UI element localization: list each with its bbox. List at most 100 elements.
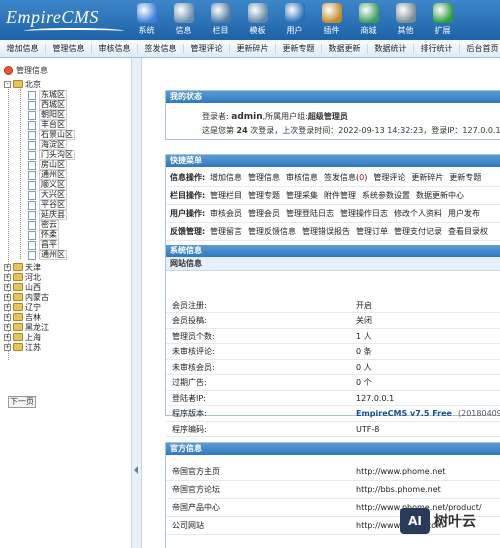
- tree-node-province[interactable]: + 黑龙江: [4, 322, 49, 332]
- quick-link[interactable]: 数据更新中心: [416, 190, 464, 201]
- quick-link[interactable]: 更新专题: [449, 172, 481, 183]
- quick-link[interactable]: 审核信息: [286, 172, 318, 183]
- menubar-item[interactable]: 管理评论: [184, 43, 230, 54]
- sysinfo-value: 0 个: [356, 378, 372, 387]
- quick-link[interactable]: 管理会员: [248, 208, 280, 219]
- sysinfo-key: 会员投稿:: [172, 316, 207, 325]
- tree-leaf[interactable]: 门头沟区: [28, 150, 75, 160]
- expand-icon[interactable]: +: [4, 293, 11, 301]
- quick-link[interactable]: 更新碎片: [411, 172, 443, 183]
- tree-leaf[interactable]: 顺义区: [28, 180, 67, 190]
- page-icon: [28, 140, 36, 150]
- menubar-item[interactable]: 排行统计: [414, 43, 460, 54]
- tree-leaf[interactable]: 怀柔: [28, 230, 59, 240]
- tree-node-province[interactable]: + 天津: [4, 262, 41, 272]
- quick-link[interactable]: 用户发布: [448, 208, 480, 219]
- tree-leaf[interactable]: 平谷区: [28, 200, 67, 210]
- folder-open-icon: [13, 80, 23, 88]
- quick-link[interactable]: 审核会员: [210, 208, 242, 219]
- next-page-button[interactable]: 下一页: [8, 396, 36, 408]
- menubar-item[interactable]: 后台首页: [460, 44, 500, 54]
- nav-plus-circle[interactable]: 扩展: [424, 0, 461, 40]
- tree-node-province[interactable]: + 山西: [4, 282, 41, 292]
- site-info-subtitle: 网站信息: [166, 257, 500, 271]
- sidebar-splitter[interactable]: [132, 58, 142, 548]
- tree-leaf[interactable]: 密云: [28, 220, 59, 230]
- tree-node-province[interactable]: + 吉林: [4, 312, 41, 322]
- nav-monitor[interactable]: 模板: [239, 0, 276, 40]
- quick-link[interactable]: 查看目录权: [448, 226, 488, 237]
- menubar-item[interactable]: 审核信息: [92, 43, 138, 54]
- menubar-item[interactable]: 签发信息: [138, 43, 184, 54]
- folder-icon: [13, 333, 23, 341]
- quick-link[interactable]: 管理登陆日志: [286, 208, 334, 219]
- nav-user[interactable]: 用户: [276, 0, 313, 40]
- tree-leaf[interactable]: 昌平: [28, 240, 59, 250]
- quick-link[interactable]: 管理订单: [356, 226, 388, 237]
- menubar-item[interactable]: 更新专题: [276, 43, 322, 54]
- quick-link[interactable]: 增加信息: [210, 172, 242, 183]
- menubar-item[interactable]: 增加信息: [0, 43, 46, 54]
- tree-leaf[interactable]: 西城区: [28, 100, 67, 110]
- tree-leaf[interactable]: 丰台区: [28, 120, 67, 130]
- tree-node-province[interactable]: + 上海: [4, 332, 41, 342]
- tree-leaf[interactable]: 延庆县: [28, 210, 67, 220]
- expand-icon[interactable]: +: [4, 303, 11, 311]
- quick-link[interactable]: 附件管理: [324, 190, 356, 201]
- quick-link[interactable]: 管理信息: [248, 172, 280, 183]
- menubar-item[interactable]: 数据统计: [368, 43, 414, 54]
- tree-node-province[interactable]: + 江苏: [4, 342, 41, 352]
- expand-icon[interactable]: +: [4, 323, 11, 331]
- quick-link[interactable]: 管理采集: [286, 190, 318, 201]
- sysinfo-value: 关闭: [356, 316, 372, 325]
- nav-document-pen[interactable]: 信息: [165, 0, 202, 40]
- expand-icon[interactable]: +: [4, 313, 11, 321]
- nav-gear[interactable]: 其他: [387, 0, 424, 40]
- tree-leaf[interactable]: 朝阳区: [28, 110, 67, 120]
- tree-root[interactable]: 管理信息: [4, 65, 48, 76]
- quick-link[interactable]: 修改个人资料: [394, 208, 442, 219]
- menubar-item[interactable]: 管理信息: [46, 43, 92, 54]
- tree-leaf[interactable]: 海淀区: [28, 140, 67, 150]
- expand-icon[interactable]: +: [4, 333, 11, 341]
- expand-icon[interactable]: +: [4, 273, 11, 281]
- menubar-item[interactable]: 更新碎片: [230, 43, 276, 54]
- quick-link[interactable]: 管理评论: [373, 172, 405, 183]
- collapse-icon[interactable]: -: [4, 80, 11, 88]
- nav-card[interactable]: 商城: [350, 0, 387, 40]
- tree-leaf[interactable]: 通州区: [28, 250, 67, 260]
- quick-link[interactable]: 管理操作日志: [340, 208, 388, 219]
- tree-leaf[interactable]: 大兴区: [28, 190, 67, 200]
- expand-icon[interactable]: +: [4, 283, 11, 291]
- tree-node-province[interactable]: + 辽宁: [4, 302, 41, 312]
- menubar-item[interactable]: 数据更新: [322, 43, 368, 54]
- collapse-arrow-icon[interactable]: [134, 466, 138, 474]
- tree-leaf[interactable]: 房山区: [28, 160, 67, 170]
- quick-link[interactable]: 管理留言: [210, 226, 242, 237]
- tree-leaf[interactable]: 石景山区: [28, 130, 75, 140]
- quick-link[interactable]: 系统参数设置: [362, 190, 410, 201]
- tree-leaf[interactable]: 通州区: [28, 170, 67, 180]
- quick-link[interactable]: 签发信息(0): [324, 172, 367, 183]
- status-login-count: 24: [236, 126, 248, 135]
- expand-icon[interactable]: +: [4, 343, 11, 351]
- tree-node-province[interactable]: + 内蒙古: [4, 292, 49, 302]
- quick-link[interactable]: 管理专题: [248, 190, 280, 201]
- quick-link[interactable]: 管理支付记录: [394, 226, 442, 237]
- nav-folder[interactable]: 栏目: [202, 0, 239, 40]
- sysinfo-row: 未审核会员: 0 人: [166, 360, 500, 375]
- expand-icon[interactable]: +: [4, 263, 11, 271]
- tree-leaf[interactable]: 东城区: [28, 90, 67, 100]
- tree-node-beijing[interactable]: - 北京: [4, 79, 41, 89]
- folder-icon: [13, 293, 23, 301]
- tree-node-province[interactable]: + 河北: [4, 272, 41, 282]
- quick-link[interactable]: 管理错误报告: [302, 226, 350, 237]
- nav-tools[interactable]: 插件: [313, 0, 350, 40]
- quick-link[interactable]: 管理反馈信息: [248, 226, 296, 237]
- sysinfo-value: 1 人: [356, 331, 372, 341]
- official-link[interactable]: http://www.phome.net: [356, 467, 445, 476]
- nav-globe[interactable]: 系统: [128, 0, 165, 40]
- quick-menu-title: 快捷菜单: [166, 155, 500, 167]
- official-link[interactable]: http://bbs.phome.net: [356, 485, 441, 494]
- quick-link[interactable]: 管理栏目: [210, 190, 242, 201]
